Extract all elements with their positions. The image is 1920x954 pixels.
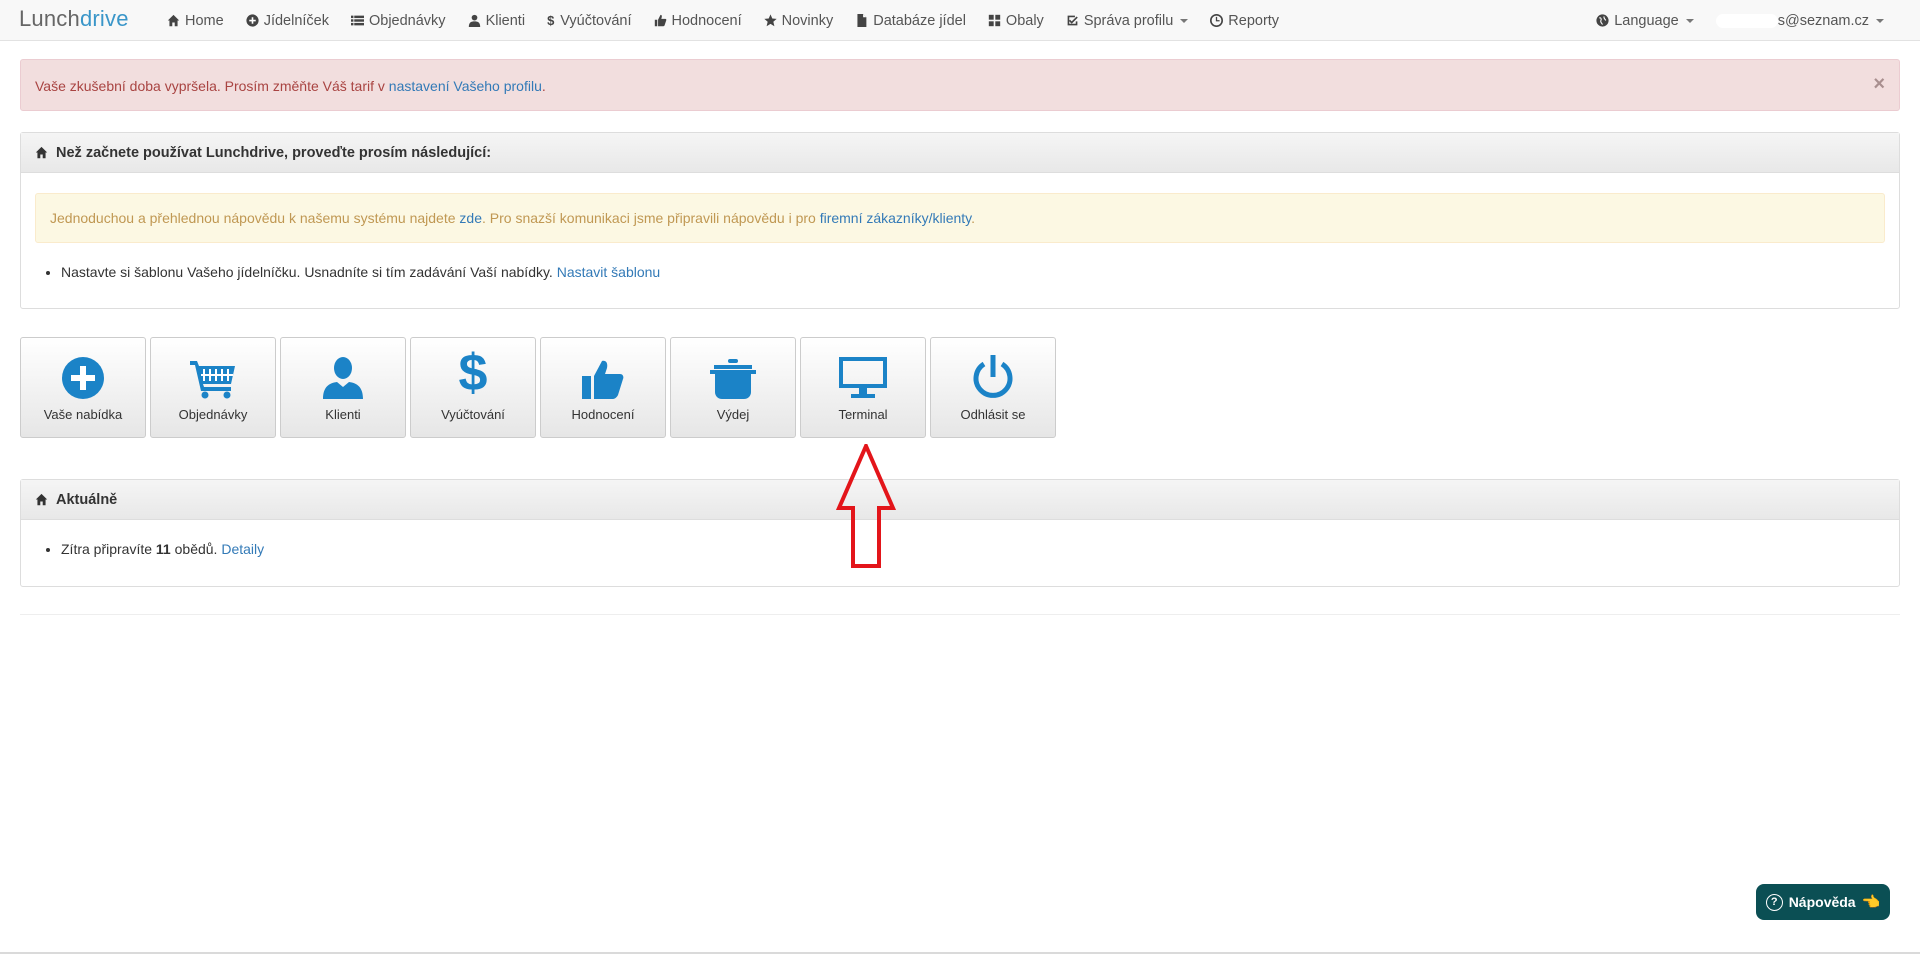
nav-hodnoceni[interactable]: Hodnocení bbox=[643, 0, 753, 41]
help-info-alert: Jednoduchou a přehlednou nápovědu k naše… bbox=[35, 193, 1885, 243]
top-navbar: Lunchdrive Home Jídelníček Objednávky Kl… bbox=[0, 0, 1920, 41]
chevron-down-icon bbox=[1876, 18, 1884, 23]
set-template-link[interactable]: Nastavit šablonu bbox=[557, 264, 661, 280]
news-panel: Aktuálně Zítra připravíte 11 obědů. Deta… bbox=[20, 479, 1900, 587]
nav-objednavky[interactable]: Objednávky bbox=[340, 0, 457, 41]
plus-circle-icon bbox=[246, 14, 259, 27]
nav-vyuctovani[interactable]: $ Vyúčtování bbox=[536, 0, 642, 41]
nav-klienti[interactable]: Klienti bbox=[457, 0, 537, 41]
pot-icon bbox=[710, 359, 756, 399]
chevron-down-icon bbox=[1685, 18, 1694, 23]
globe-icon bbox=[1596, 14, 1609, 27]
nav-obaly[interactable]: Obaly bbox=[977, 0, 1055, 41]
list-icon bbox=[350, 15, 364, 26]
nav-home[interactable]: Home bbox=[156, 0, 235, 41]
nav-novinky[interactable]: Novinky bbox=[753, 0, 845, 41]
thumbs-up-icon bbox=[654, 14, 666, 27]
close-icon[interactable]: × bbox=[1873, 74, 1885, 94]
dollar-icon: $ bbox=[458, 344, 488, 402]
list-item: Nastavte si šablonu Vašeho jídelníčku. U… bbox=[61, 264, 660, 280]
account-dropdown[interactable]: s@seznam.cz bbox=[1705, 0, 1920, 41]
nav-sprava-profilu[interactable]: Správa profilu bbox=[1055, 0, 1199, 41]
annotation-arrow-icon bbox=[836, 444, 896, 568]
user-menu: Language s@seznam.cz bbox=[1585, 0, 1920, 41]
help-link[interactable]: zde bbox=[459, 210, 482, 226]
nav-reporty[interactable]: Reporty bbox=[1199, 0, 1290, 41]
nav-databaze-jidel[interactable]: Databáze jídel bbox=[844, 0, 977, 41]
news-panel-heading: Aktuálně bbox=[21, 480, 1899, 520]
meal-count: 11 bbox=[155, 541, 171, 557]
setup-panel: Než začnete používat Lunchdrive, proveďt… bbox=[20, 132, 1900, 309]
main-menu: Home Jídelníček Objednávky Klienti $ Vyú… bbox=[156, 0, 1290, 41]
tile-vase-nabidka[interactable]: Vaše nabídka bbox=[20, 337, 146, 438]
news-list: Zítra připravíte 11 obědů. Detaily bbox=[35, 541, 264, 557]
setup-task-list: Nastavte si šablonu Vašeho jídelníčku. U… bbox=[35, 264, 660, 280]
pointing-hand-icon: 👈 bbox=[1861, 894, 1881, 911]
brand-logo[interactable]: Lunchdrive bbox=[19, 6, 129, 32]
user-icon bbox=[323, 357, 363, 399]
cart-icon bbox=[190, 361, 235, 399]
plus-circle-icon bbox=[62, 357, 104, 399]
star-icon bbox=[763, 14, 777, 27]
tile-odhlasit-se[interactable]: Odhlásit se bbox=[930, 337, 1056, 438]
dashboard-tiles: Vaše nabídka Objednávky Klienti $ Vyúčto… bbox=[20, 337, 1060, 438]
tile-objednavky[interactable]: Objednávky bbox=[150, 337, 276, 438]
redacted-username bbox=[1715, 13, 1778, 28]
tile-hodnoceni[interactable]: Hodnocení bbox=[540, 337, 666, 438]
tile-terminal[interactable]: Terminal bbox=[800, 337, 926, 438]
power-icon bbox=[973, 355, 1013, 398]
monitor-icon bbox=[839, 357, 887, 398]
tile-klienti[interactable]: Klienti bbox=[280, 337, 406, 438]
details-link[interactable]: Detaily bbox=[221, 541, 264, 557]
home-icon bbox=[167, 14, 180, 27]
check-square-icon bbox=[1067, 15, 1078, 26]
dollar-icon: $ bbox=[547, 13, 555, 28]
user-icon bbox=[468, 14, 480, 27]
chevron-down-icon bbox=[1180, 18, 1189, 23]
home-icon bbox=[35, 146, 48, 159]
profile-settings-link[interactable]: nastavení Vašeho profilu bbox=[389, 78, 542, 94]
nav-jidelnicek[interactable]: Jídelníček bbox=[235, 0, 340, 41]
grid-icon bbox=[988, 14, 1001, 27]
question-icon: ? bbox=[1765, 893, 1783, 911]
divider bbox=[20, 614, 1900, 615]
trial-expired-alert: Vaše zkušební doba vypršela. Prosím změň… bbox=[20, 59, 1900, 111]
list-item: Zítra připravíte 11 obědů. Detaily bbox=[61, 541, 264, 557]
setup-panel-heading: Než začnete používat Lunchdrive, proveďt… bbox=[21, 133, 1899, 173]
tile-vydej[interactable]: Výdej bbox=[670, 337, 796, 438]
thumbs-up-icon bbox=[582, 360, 624, 399]
client-help-link[interactable]: firemní zákazníky/klienty bbox=[820, 210, 971, 226]
tile-vyuctovani[interactable]: $ Vyúčtování bbox=[410, 337, 536, 438]
language-dropdown[interactable]: Language bbox=[1585, 0, 1705, 41]
home-icon bbox=[35, 493, 48, 506]
help-widget-button[interactable]: ? Nápověda 👈 bbox=[1756, 884, 1890, 920]
file-icon bbox=[857, 14, 867, 27]
clock-icon bbox=[1210, 14, 1224, 27]
